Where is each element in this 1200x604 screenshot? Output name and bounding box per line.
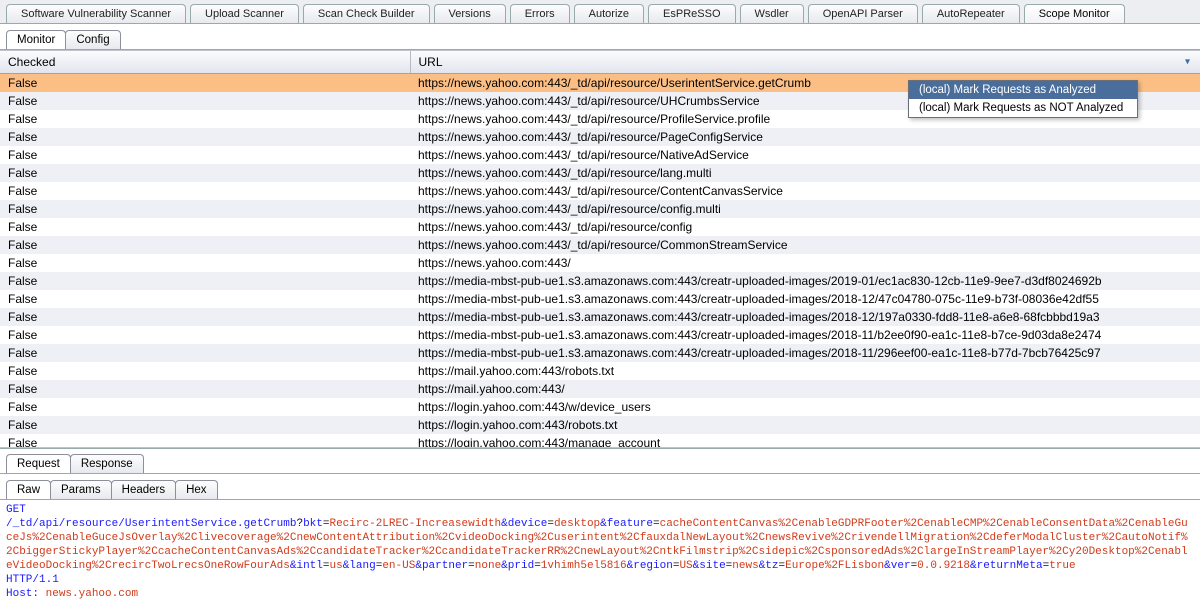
- table-row[interactable]: Falsehttps://media-mbst-pub-ue1.s3.amazo…: [0, 272, 1200, 290]
- table-row[interactable]: Falsehttps://login.yahoo.com:443/w/devic…: [0, 398, 1200, 416]
- cell-url: https://media-mbst-pub-ue1.s3.amazonaws.…: [410, 344, 1200, 362]
- ext-tab-openapi-parser[interactable]: OpenAPI Parser: [808, 4, 918, 23]
- cell-checked: False: [0, 416, 410, 434]
- cell-checked: False: [0, 308, 410, 326]
- table-row[interactable]: Falsehttps://media-mbst-pub-ue1.s3.amazo…: [0, 290, 1200, 308]
- cell-checked: False: [0, 362, 410, 380]
- cell-url: https://media-mbst-pub-ue1.s3.amazonaws.…: [410, 272, 1200, 290]
- table-row[interactable]: Falsehttps://media-mbst-pub-ue1.s3.amazo…: [0, 326, 1200, 344]
- view-tab-headers[interactable]: Headers: [111, 480, 176, 499]
- cell-checked: False: [0, 290, 410, 308]
- cell-url: https://media-mbst-pub-ue1.s3.amazonaws.…: [410, 308, 1200, 326]
- cell-checked: False: [0, 74, 410, 93]
- monitor-tab-config[interactable]: Config: [65, 30, 120, 49]
- table-row[interactable]: Falsehttps://mail.yahoo.com:443/robots.t…: [0, 362, 1200, 380]
- message-tab-response[interactable]: Response: [70, 454, 144, 473]
- cell-checked: False: [0, 380, 410, 398]
- context-menu: (local) Mark Requests as Analyzed(local)…: [908, 80, 1138, 118]
- table-row[interactable]: Falsehttps://login.yahoo.com:443/robots.…: [0, 416, 1200, 434]
- cell-checked: False: [0, 92, 410, 110]
- ext-tab-upload-scanner[interactable]: Upload Scanner: [190, 4, 299, 23]
- cell-checked: False: [0, 344, 410, 362]
- context-menu-item[interactable]: (local) Mark Requests as Analyzed: [909, 81, 1137, 99]
- column-header-url[interactable]: URL: [410, 51, 1200, 74]
- table-row[interactable]: Falsehttps://login.yahoo.com:443/manage_…: [0, 434, 1200, 448]
- ext-tab-scope-monitor[interactable]: Scope Monitor: [1024, 4, 1125, 23]
- cell-url: https://news.yahoo.com:443/_td/api/resou…: [410, 128, 1200, 146]
- cell-url: https://login.yahoo.com:443/manage_accou…: [410, 434, 1200, 448]
- cell-checked: False: [0, 398, 410, 416]
- cell-checked: False: [0, 254, 410, 272]
- table-row[interactable]: Falsehttps://media-mbst-pub-ue1.s3.amazo…: [0, 344, 1200, 362]
- view-tab-hex[interactable]: Hex: [175, 480, 217, 499]
- cell-checked: False: [0, 218, 410, 236]
- cell-url: https://news.yahoo.com:443/_td/api/resou…: [410, 146, 1200, 164]
- cell-url: https://media-mbst-pub-ue1.s3.amazonaws.…: [410, 290, 1200, 308]
- cell-checked: False: [0, 110, 410, 128]
- table-row[interactable]: Falsehttps://news.yahoo.com:443/_td/api/…: [0, 164, 1200, 182]
- table-row[interactable]: Falsehttps://news.yahoo.com:443/_td/api/…: [0, 128, 1200, 146]
- table-row[interactable]: Falsehttps://news.yahoo.com:443/: [0, 254, 1200, 272]
- ext-tab-autorepeater[interactable]: AutoRepeater: [922, 4, 1020, 23]
- cell-url: https://login.yahoo.com:443/w/device_use…: [410, 398, 1200, 416]
- table-row[interactable]: Falsehttps://news.yahoo.com:443/_td/api/…: [0, 200, 1200, 218]
- cell-checked: False: [0, 326, 410, 344]
- cell-checked: False: [0, 200, 410, 218]
- cell-url: https://news.yahoo.com:443/_td/api/resou…: [410, 200, 1200, 218]
- view-tab-raw[interactable]: Raw: [6, 480, 51, 499]
- cell-url: https://news.yahoo.com:443/_td/api/resou…: [410, 182, 1200, 200]
- monitor-tab-monitor[interactable]: Monitor: [6, 30, 66, 49]
- table-row[interactable]: Falsehttps://mail.yahoo.com:443/: [0, 380, 1200, 398]
- raw-request-viewer[interactable]: GET /_td/api/resource/UserintentService.…: [0, 500, 1200, 604]
- ext-tab-versions[interactable]: Versions: [434, 4, 506, 23]
- table-row[interactable]: Falsehttps://news.yahoo.com:443/_td/api/…: [0, 182, 1200, 200]
- message-view-tabs: RawParamsHeadersHex: [0, 474, 1200, 500]
- table-row[interactable]: Falsehttps://news.yahoo.com:443/_td/api/…: [0, 146, 1200, 164]
- cell-checked: False: [0, 434, 410, 448]
- cell-url: https://mail.yahoo.com:443/robots.txt: [410, 362, 1200, 380]
- cell-checked: False: [0, 236, 410, 254]
- view-tab-params[interactable]: Params: [50, 480, 112, 499]
- cell-checked: False: [0, 182, 410, 200]
- column-header-checked[interactable]: Checked: [0, 51, 410, 74]
- ext-tab-scan-check-builder[interactable]: Scan Check Builder: [303, 4, 430, 23]
- requests-table-body: Falsehttps://news.yahoo.com:443/_td/api/…: [0, 74, 1200, 449]
- cell-checked: False: [0, 146, 410, 164]
- ext-tab-errors[interactable]: Errors: [510, 4, 570, 23]
- cell-url: https://news.yahoo.com:443/: [410, 254, 1200, 272]
- cell-url: https://news.yahoo.com:443/_td/api/resou…: [410, 164, 1200, 182]
- context-menu-item[interactable]: (local) Mark Requests as NOT Analyzed: [909, 99, 1137, 117]
- cell-checked: False: [0, 164, 410, 182]
- ext-tab-software-vulnerability-scanner[interactable]: Software Vulnerability Scanner: [6, 4, 186, 23]
- message-tab-request[interactable]: Request: [6, 454, 71, 473]
- ext-tab-wsdler[interactable]: Wsdler: [740, 4, 804, 23]
- scope-monitor-subtabs: MonitorConfig: [0, 24, 1200, 50]
- table-row[interactable]: Falsehttps://news.yahoo.com:443/_td/api/…: [0, 236, 1200, 254]
- cell-url: https://media-mbst-pub-ue1.s3.amazonaws.…: [410, 326, 1200, 344]
- cell-url: https://login.yahoo.com:443/robots.txt: [410, 416, 1200, 434]
- cell-url: https://mail.yahoo.com:443/: [410, 380, 1200, 398]
- cell-url: https://news.yahoo.com:443/_td/api/resou…: [410, 236, 1200, 254]
- message-tabs: RequestResponse: [0, 448, 1200, 474]
- cell-checked: False: [0, 128, 410, 146]
- table-row[interactable]: Falsehttps://news.yahoo.com:443/_td/api/…: [0, 218, 1200, 236]
- table-row[interactable]: Falsehttps://media-mbst-pub-ue1.s3.amazo…: [0, 308, 1200, 326]
- cell-checked: False: [0, 272, 410, 290]
- ext-tab-espresso[interactable]: EsPReSSO: [648, 4, 735, 23]
- extension-tab-bar: Software Vulnerability ScannerUpload Sca…: [0, 0, 1200, 24]
- ext-tab-autorize[interactable]: Autorize: [574, 4, 644, 23]
- cell-url: https://news.yahoo.com:443/_td/api/resou…: [410, 218, 1200, 236]
